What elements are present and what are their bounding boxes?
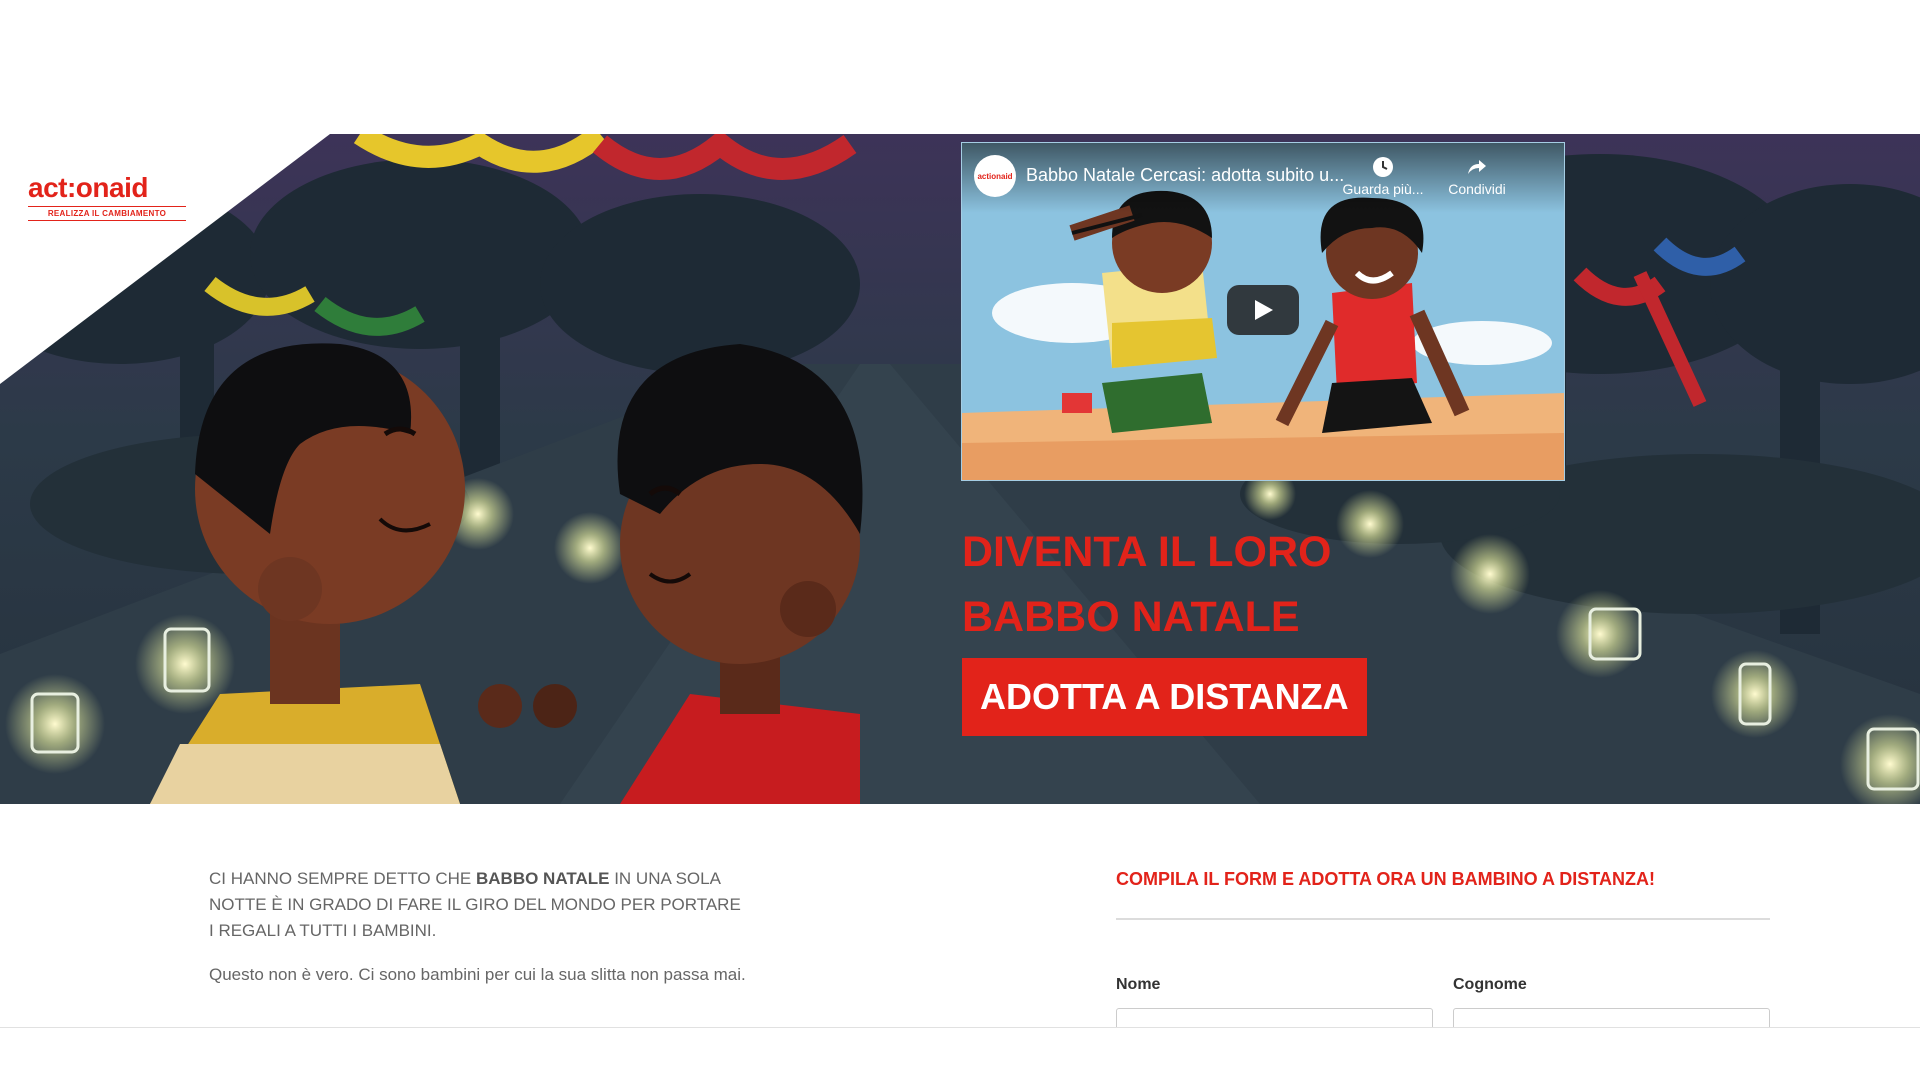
intro-paragraph-1: CI HANNO SEMPRE DETTO CHE BABBO NATALE I… [209, 866, 749, 944]
last-name-label: Cognome [1453, 976, 1527, 993]
share-icon [1432, 155, 1522, 181]
intro-p1-bold: BABBO NATALE [476, 869, 610, 888]
logo-wordmark: act:onaid [28, 172, 148, 203]
watch-later-label: Guarda più... [1342, 181, 1424, 197]
intro-text: CI HANNO SEMPRE DETTO CHE BABBO NATALE I… [209, 866, 749, 1006]
bottom-blank-strip [0, 1027, 1920, 1081]
adopt-cta-button[interactable]: ADOTTA A DISTANZA [962, 658, 1367, 736]
hero-banner: act:onaid REALIZZA IL CAMBIAMENTO action… [0, 134, 1920, 804]
intro-paragraph-2: Questo non è vero. Ci sono bambini per c… [209, 965, 746, 984]
youtube-video-embed[interactable]: actionaid Babbo Natale Cercasi: adotta s… [961, 142, 1565, 481]
share-label: Condividi [1448, 181, 1506, 197]
adoption-form: COMPILA IL FORM E ADOTTA ORA UN BAMBINO … [1116, 866, 1770, 1048]
video-title[interactable]: Babbo Natale Cercasi: adotta subito u... [1026, 165, 1344, 186]
logo-tagline: REALIZZA IL CAMBIAMENTO [28, 206, 186, 221]
headline-line-2: BABBO NATALE [962, 593, 1300, 641]
form-title: COMPILA IL FORM E ADOTTA ORA UN BAMBINO … [1116, 866, 1770, 920]
actionaid-logo[interactable]: act:onaid REALIZZA IL CAMBIAMENTO [28, 174, 193, 224]
headline-line-1: DIVENTA IL LORO [962, 528, 1332, 576]
share-button[interactable]: Condividi [1432, 155, 1522, 197]
hero-headline: DIVENTA IL LORO BABBO NATALE [962, 520, 1482, 650]
first-name-label: Nome [1116, 976, 1161, 993]
channel-avatar[interactable]: actionaid [974, 155, 1016, 197]
play-button[interactable] [1227, 285, 1299, 335]
hero-illustration [0, 134, 1920, 804]
watch-later-button[interactable]: Guarda più... [1338, 155, 1428, 197]
intro-p1-start: CI HANNO SEMPRE DETTO CHE [209, 869, 476, 888]
play-icon [1255, 300, 1273, 320]
clock-icon [1338, 155, 1428, 181]
